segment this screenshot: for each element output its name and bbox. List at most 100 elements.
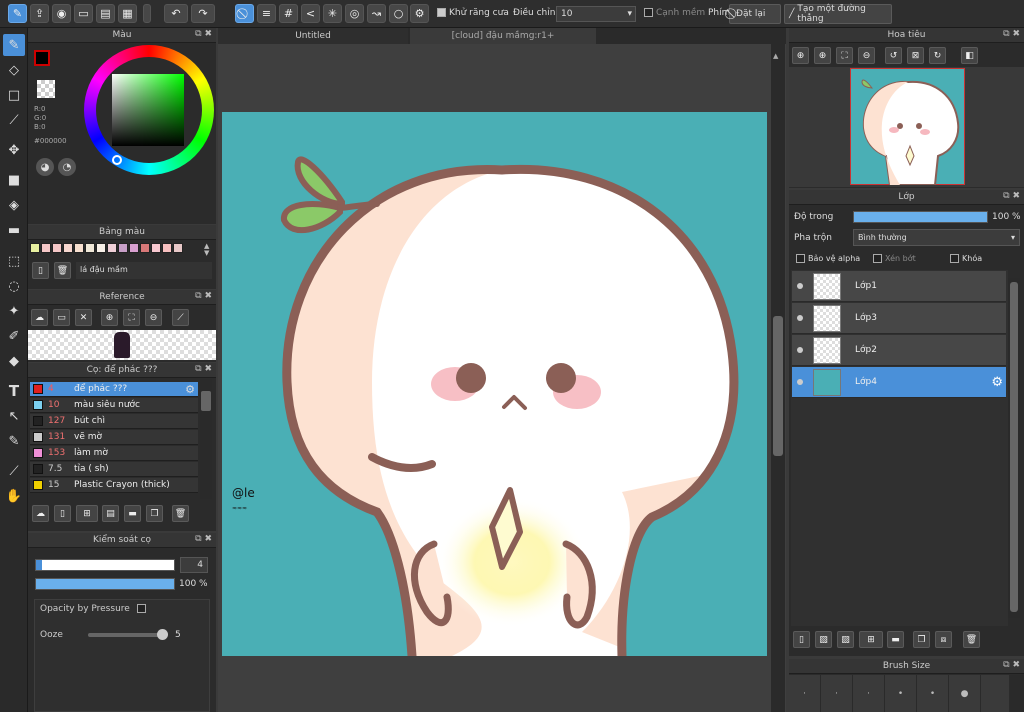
brush-tool-icon[interactable]: ✎: [3, 34, 25, 56]
artwork-canvas[interactable]: @le ≈≈≈: [222, 112, 767, 656]
palette-scroll-arrows[interactable]: ▲ ▼: [204, 243, 209, 257]
tab-untitled[interactable]: Untitled: [218, 28, 408, 44]
nav-zoom-out-icon[interactable]: ⊖: [858, 47, 875, 64]
blur-tool-icon[interactable]: ✎: [3, 430, 25, 452]
brush-item[interactable]: 15 Plastic Crayon (thick): [30, 478, 198, 493]
brush-list-scrollbar[interactable]: [200, 379, 212, 499]
hand-tool-icon[interactable]: ✋: [3, 485, 25, 507]
ooze-slider-handle[interactable]: [157, 629, 168, 640]
rectangle-tool-icon[interactable]: □: [3, 84, 25, 106]
layer-row[interactable]: Lớp4 ⚙: [792, 367, 1006, 398]
ooze-slider[interactable]: [88, 629, 168, 640]
scroll-up-icon[interactable]: ▲: [773, 52, 778, 60]
size-preset[interactable]: ·: [789, 675, 821, 712]
brush-settings-icon[interactable]: ▤: [102, 505, 119, 522]
color-mixer-icon[interactable]: ◔: [58, 158, 76, 176]
reset-button[interactable]: ⃠Đặt lại: [729, 4, 781, 24]
palette-swatch[interactable]: [151, 243, 161, 253]
protect-alpha-option[interactable]: Bảo vệ alpha: [796, 254, 860, 263]
palette-swatch[interactable]: [173, 243, 183, 253]
palette-swatch[interactable]: [52, 243, 62, 253]
layer-row[interactable]: Lớp2: [792, 335, 1006, 366]
palette-swatch[interactable]: [118, 243, 128, 253]
palette-icon[interactable]: ◕: [36, 158, 54, 176]
fit-icon[interactable]: ⛶: [123, 309, 140, 326]
panel-close-icon[interactable]: ⧉ ✖: [1003, 660, 1020, 670]
saturation-value-square[interactable]: [112, 74, 184, 146]
parallel-snap-icon[interactable]: ≡: [257, 4, 276, 23]
grid-view-icon[interactable]: ▦: [118, 4, 137, 23]
brush-item[interactable]: 127 bút chì: [30, 414, 198, 429]
fill-rect-tool-icon[interactable]: ■: [3, 169, 25, 191]
document-icon[interactable]: ▤: [96, 4, 115, 23]
brush-item[interactable]: 153 làm mờ: [30, 446, 198, 461]
radial-snap-icon[interactable]: <: [301, 4, 320, 23]
burst-snap-icon[interactable]: ✳: [323, 4, 342, 23]
size-preset[interactable]: •: [917, 675, 949, 712]
lasso-tool-icon[interactable]: ◌: [3, 275, 25, 297]
brush-size-slider[interactable]: [35, 559, 175, 571]
new-layer-icon[interactable]: ▯: [793, 631, 810, 648]
layer-row[interactable]: Lớp3: [792, 303, 1006, 334]
brush-gear-icon[interactable]: ⚙: [185, 383, 195, 396]
palette-swatch[interactable]: [41, 243, 51, 253]
bucket-tool-icon[interactable]: ◈: [3, 194, 25, 216]
brush-item[interactable]: 4 để phác ??? ⚙: [30, 382, 198, 397]
select-pen-tool-icon[interactable]: ✐: [3, 325, 25, 347]
panel-close-icon[interactable]: ⧉ ✖: [195, 291, 212, 301]
scrollbar-thumb[interactable]: [201, 391, 211, 411]
delete-palette-icon[interactable]: 🗑: [54, 262, 71, 279]
duplicate-layer-icon[interactable]: ❐: [913, 631, 930, 648]
move-tool-icon[interactable]: ✥: [3, 139, 25, 161]
gradient-tool-icon[interactable]: ▬: [3, 219, 25, 241]
layer-row[interactable]: Lớp1: [792, 271, 1006, 302]
snap-off-icon[interactable]: ⃠: [235, 4, 254, 23]
brush-size-scrollbar[interactable]: [1010, 675, 1024, 712]
clipping-checkbox[interactable]: [873, 254, 882, 263]
navigator-preview-area[interactable]: [789, 67, 1024, 187]
ellipse-snap-icon[interactable]: ○: [389, 4, 408, 23]
visibility-eye-icon[interactable]: [797, 347, 803, 353]
nav-zoom-in-2-icon[interactable]: ⊕: [814, 47, 831, 64]
close-reference-icon[interactable]: ✕: [75, 309, 92, 326]
primary-color-swatch[interactable]: [34, 50, 50, 66]
palette-swatch[interactable]: [63, 243, 73, 253]
anti-alias-option[interactable]: Khử răng cưa: [437, 8, 509, 18]
nav-zoom-in-icon[interactable]: ⊕: [792, 47, 809, 64]
eyedropper-tool-icon[interactable]: ⟋: [3, 460, 25, 482]
reference-image-area[interactable]: [28, 330, 216, 360]
visibility-eye-icon[interactable]: [797, 379, 803, 385]
layer-folder-icon[interactable]: ▬: [887, 631, 904, 648]
brush-folder-icon[interactable]: ▬: [124, 505, 141, 522]
rotate-left-icon[interactable]: ↺: [885, 47, 902, 64]
layer-list-scrollbar[interactable]: [1008, 278, 1020, 618]
operation-tool-icon[interactable]: ↖: [3, 405, 25, 427]
cloud-reference-icon[interactable]: ☁: [31, 309, 48, 326]
zoom-out-icon[interactable]: ⊖: [145, 309, 162, 326]
circle-snap-icon[interactable]: ◎: [345, 4, 364, 23]
cloud-brush-icon[interactable]: ☁: [32, 505, 49, 522]
canvas-workspace[interactable]: Untitled [cloud] đậu mầmg:r1+ ▲ @le ≈≈≈: [218, 28, 786, 712]
brush-item[interactable]: 7.5 tỉa ( sh): [30, 462, 198, 477]
tab-cloud-document[interactable]: [cloud] đậu mầmg:r1+: [410, 28, 596, 44]
blend-mode-select[interactable]: Bình thường ▾: [853, 229, 1020, 246]
add-brush-icon[interactable]: ⊞: [76, 505, 98, 522]
grid-snap-icon[interactable]: #: [279, 4, 298, 23]
delete-layer-icon[interactable]: 🗑: [963, 631, 980, 648]
palette-swatch[interactable]: [30, 243, 40, 253]
opacity-pressure-checkbox[interactable]: [136, 604, 146, 613]
visibility-eye-icon[interactable]: [797, 315, 803, 321]
panel-close-icon[interactable]: ⧉ ✖: [195, 29, 212, 39]
transparent-color-swatch[interactable]: [37, 80, 55, 98]
layer-opacity-slider[interactable]: [853, 211, 988, 223]
opacity-pressure-option[interactable]: Opacity by Pressure: [40, 604, 149, 614]
correction-select[interactable]: 10 ▾: [556, 6, 636, 22]
magic-wand-tool-icon[interactable]: ✦: [3, 300, 25, 322]
lock-option[interactable]: Khóa: [950, 254, 982, 263]
rotate-right-icon[interactable]: ↻: [929, 47, 946, 64]
brush-size-value[interactable]: 4: [180, 557, 208, 573]
delete-brush-icon[interactable]: 🗑: [172, 505, 189, 522]
panel-close-icon[interactable]: ⧉ ✖: [1003, 191, 1020, 201]
panel-close-icon[interactable]: ⧉ ✖: [195, 534, 212, 544]
layer-gear-icon[interactable]: ⚙: [991, 375, 1003, 390]
